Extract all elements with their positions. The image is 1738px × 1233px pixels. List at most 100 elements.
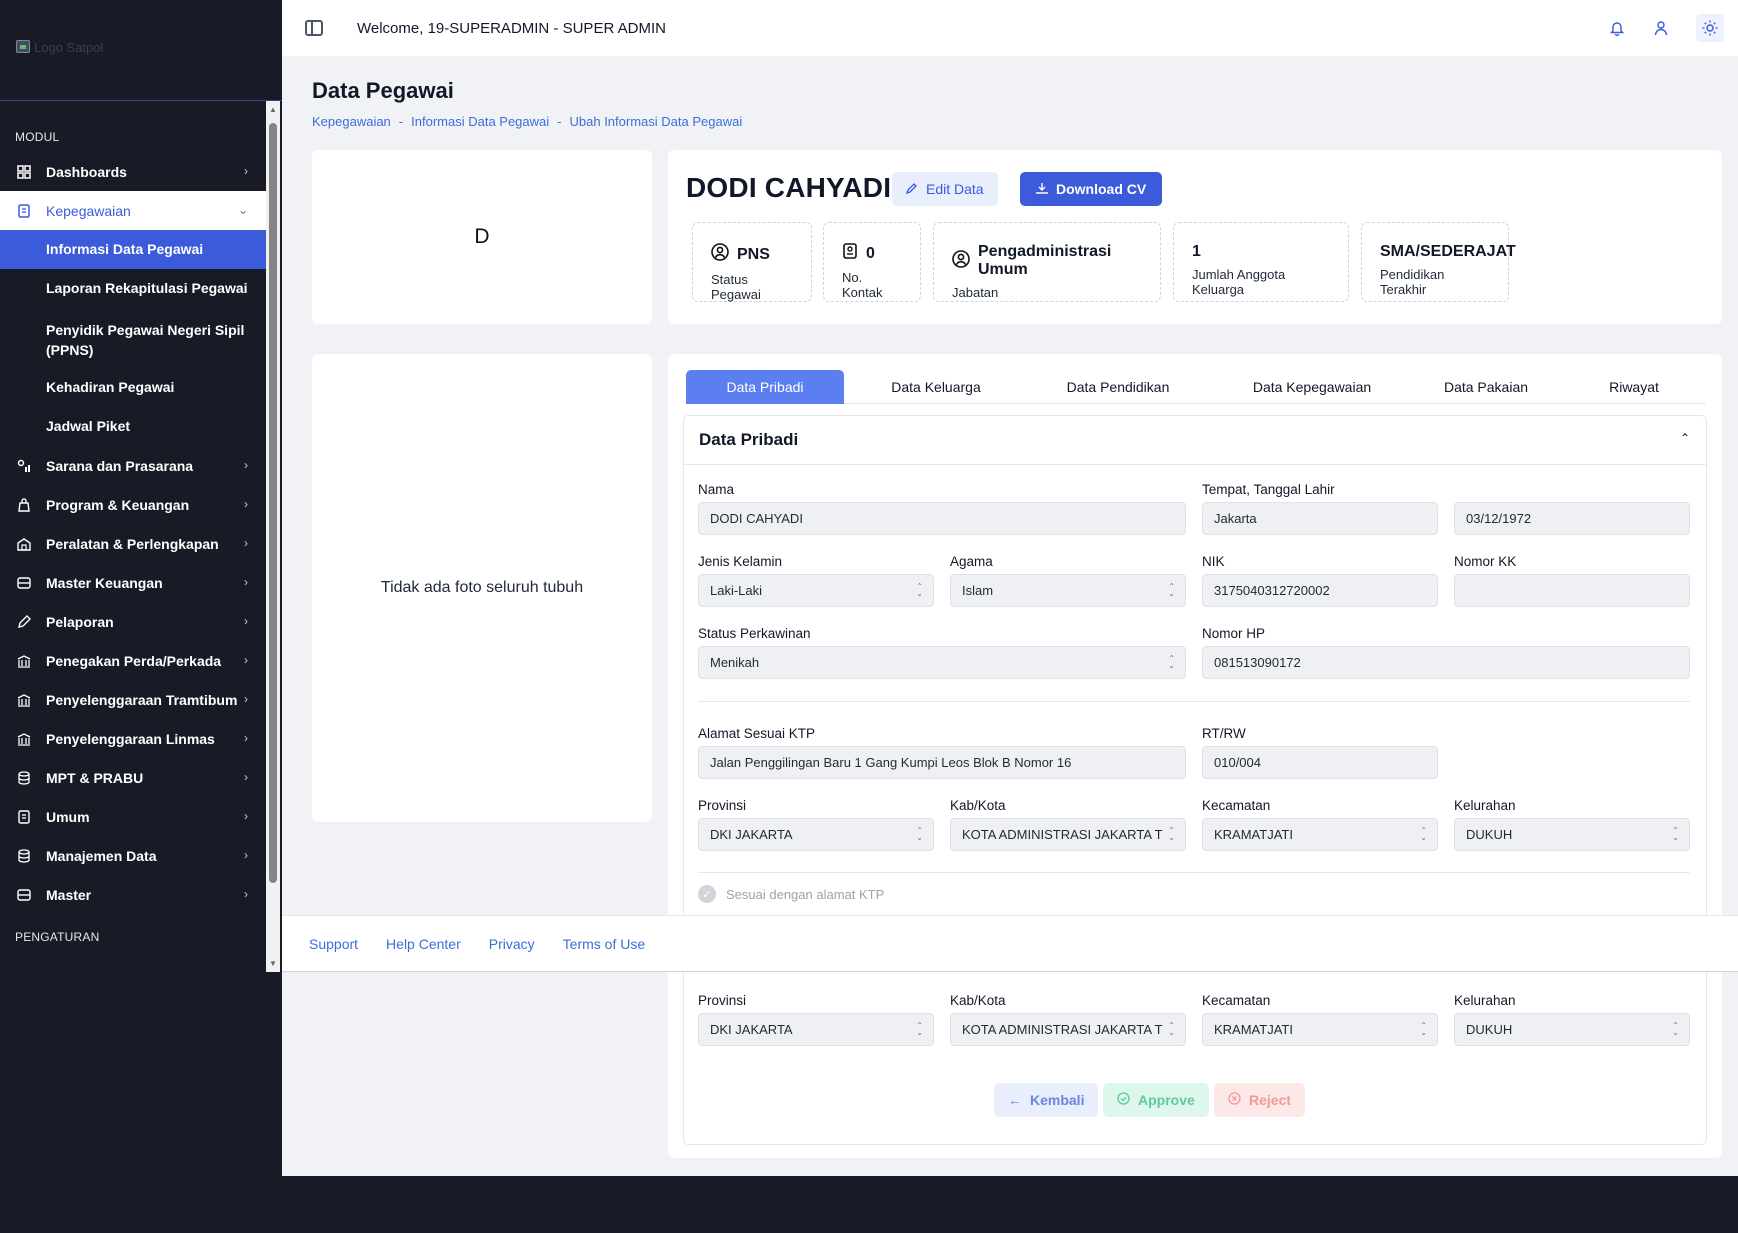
sidebar-item-manajemen-data[interactable]: Manajemen Data › [0,836,266,875]
reject-button[interactable]: Reject [1214,1083,1306,1117]
breadcrumb-separator: - [398,114,404,129]
provinsi-select[interactable]: DKI JAKARTA [698,818,934,851]
edit-data-button[interactable]: Edit Data [892,172,998,206]
nomor-kk-field[interactable] [1454,574,1690,607]
grid-icon [16,164,31,179]
nomor-kk-label: Nomor KK [1454,554,1517,569]
theme-sun-icon[interactable] [1696,14,1724,42]
tab-data-pendidikan[interactable]: Data Pendidikan [1048,370,1188,404]
scroll-up-arrow-icon[interactable]: ▲ [269,105,277,114]
stat-value: Pengadministrasi Umum [978,243,1112,278]
sesuai-alamat-ktp-checkbox[interactable]: ✓ Sesuai dengan alamat KTP [698,885,884,903]
sidebar-item-label: Sarana dan Prasarana [46,457,194,474]
kab-kota-domisili-select[interactable]: KOTA ADMINISTRASI JAKARTA T [950,1013,1186,1046]
kecamatan-select[interactable]: KRAMATJATI [1202,818,1438,851]
alamat-ktp-label: Alamat Sesuai KTP [698,726,816,741]
sidebar-subitem-jadwal-piket[interactable]: Jadwal Piket [0,407,266,446]
status-perkawinan-select[interactable]: Menikah [698,646,1186,679]
footer-link-privacy[interactable]: Privacy [489,936,535,952]
scroll-down-arrow-icon[interactable]: ▼ [269,959,277,968]
rt-rw-field[interactable]: 010/004 [1202,746,1438,779]
provinsi-label: Provinsi [698,798,747,813]
id-card-icon [16,809,31,824]
sidebar-item-label: Dashboards [46,163,127,180]
nik-field[interactable]: 3175040312720002 [1202,574,1438,607]
tools-icon [16,458,31,473]
database-icon [16,848,31,863]
kelurahan-domisili-label: Kelurahan [1454,993,1516,1008]
footer: Support Help Center Privacy Terms of Use [282,915,1738,972]
tempat-lahir-field[interactable]: Jakarta [1202,502,1438,535]
sidebar-subitem-laporan-rekapitulasi[interactable]: Laporan Rekapitulasi Pegawai [0,269,266,308]
tab-data-keluarga[interactable]: Data Keluarga [876,370,996,404]
footer-link-terms[interactable]: Terms of Use [563,936,645,952]
bell-icon[interactable] [1608,19,1626,37]
footer-link-support[interactable]: Support [309,936,358,952]
breadcrumb-item[interactable]: Informasi Data Pegawai [411,114,549,129]
tab-data-pakaian[interactable]: Data Pakaian [1426,370,1546,404]
tab-riwayat[interactable]: Riwayat [1586,370,1682,404]
tab-data-pribadi[interactable]: Data Pribadi [686,370,844,404]
building-icon [16,536,31,551]
user-circle-icon [952,249,970,273]
chevron-up-icon[interactable]: ⌃ [1680,431,1690,445]
sidebar-item-pelaporan[interactable]: Pelaporan › [0,602,266,641]
topbar: Welcome, 19-SUPERADMIN - SUPER ADMIN [282,0,1738,56]
tanggal-lahir-field[interactable]: 03/12/1972 [1454,502,1690,535]
kelurahan-select[interactable]: DUKUH [1454,818,1690,851]
sidebar-scrollbar[interactable]: ▲ ▼ [266,101,280,972]
sidebar-item-sarana[interactable]: Sarana dan Prasarana › [0,446,266,485]
institution-icon [16,692,31,707]
breadcrumb-item-current[interactable]: Ubah Informasi Data Pegawai [570,114,743,129]
kembali-button[interactable]: ← Kembali [994,1083,1099,1117]
kelurahan-domisili-select[interactable]: DUKUH [1454,1013,1690,1046]
sidebar-subitem-kehadiran[interactable]: Kehadiran Pegawai [0,368,266,407]
alamat-ktp-field[interactable]: Jalan Penggilingan Baru 1 Gang Kumpi Leo… [698,746,1186,779]
sidebar-item-tramtibum[interactable]: Penyelenggaraan Tramtibum › [0,680,266,719]
server-icon [16,887,31,902]
topbar-actions [1608,14,1724,42]
jenis-kelamin-select[interactable]: Laki-Laki [698,574,934,607]
chevron-right-icon: › [244,848,248,862]
footer-link-help-center[interactable]: Help Center [386,936,461,952]
sidebar-item-linmas[interactable]: Penyelenggaraan Linmas › [0,719,266,758]
sidebar-subitem-informasi-data-pegawai[interactable]: Informasi Data Pegawai [0,230,266,269]
user-icon[interactable] [1652,19,1670,37]
sidebar-item-kepegawaian[interactable]: Kepegawaian ⌄ [0,191,266,230]
sidebar-item-peralatan[interactable]: Peralatan & Perlengkapan › [0,524,266,563]
panel-title: Data Pribadi [699,430,799,449]
sidebar-item-program-keuangan[interactable]: Program & Keuangan › [0,485,266,524]
download-icon [1036,181,1048,197]
agama-select[interactable]: Islam [950,574,1186,607]
provinsi-domisili-select[interactable]: DKI JAKARTA [698,1013,934,1046]
nama-field[interactable]: DODI CAHYADI [698,502,1186,535]
sidebar-item-master[interactable]: Master › [0,875,266,914]
ttl-label: Tempat, Tanggal Lahir [1202,482,1335,497]
stat-label: Pendidikan Terakhir [1380,267,1445,297]
scrollbar-thumb[interactable] [269,123,277,883]
chevron-right-icon: › [244,536,248,550]
chevron-right-icon: › [244,653,248,667]
panel-header[interactable]: Data Pribadi ⌃ [684,416,1706,465]
sidebar-item-mpt-prabu[interactable]: MPT & PRABU › [0,758,266,797]
sidebar-subitem-ppns[interactable]: Penyidik Pegawai Negeri Sipil (PPNS) [0,308,266,368]
kecamatan-domisili-select[interactable]: KRAMATJATI [1202,1013,1438,1046]
kab-kota-select[interactable]: KOTA ADMINISTRASI JAKARTA T [950,818,1186,851]
download-cv-button[interactable]: Download CV [1020,172,1163,206]
profile-summary-card: DODI CAHYADI Edit Data Download CV PNS S… [668,150,1722,324]
sidebar-item-dashboards[interactable]: Dashboards › [0,152,266,191]
tab-data-kepegawaian[interactable]: Data Kepegawaian [1234,370,1390,404]
sidebar-item-penegakan-perda[interactable]: Penegakan Perda/Perkada › [0,641,266,680]
nomor-hp-field[interactable]: 081513090172 [1202,646,1690,679]
user-circle-icon [711,243,729,266]
sidebar-toggle-icon[interactable] [305,20,323,36]
sidebar-item-master-keuangan[interactable]: Master Keuangan › [0,563,266,602]
breadcrumb-item[interactable]: Kepegawaian [312,114,391,129]
approve-label: Approve [1138,1092,1195,1108]
sidebar-item-label: MPT & PRABU [46,769,144,786]
institution-icon [16,731,31,746]
arrow-left-icon: ← [1008,1092,1022,1108]
kecamatan-label: Kecamatan [1202,798,1271,813]
approve-button[interactable]: Approve [1103,1083,1209,1117]
sidebar-item-umum[interactable]: Umum › [0,797,266,836]
